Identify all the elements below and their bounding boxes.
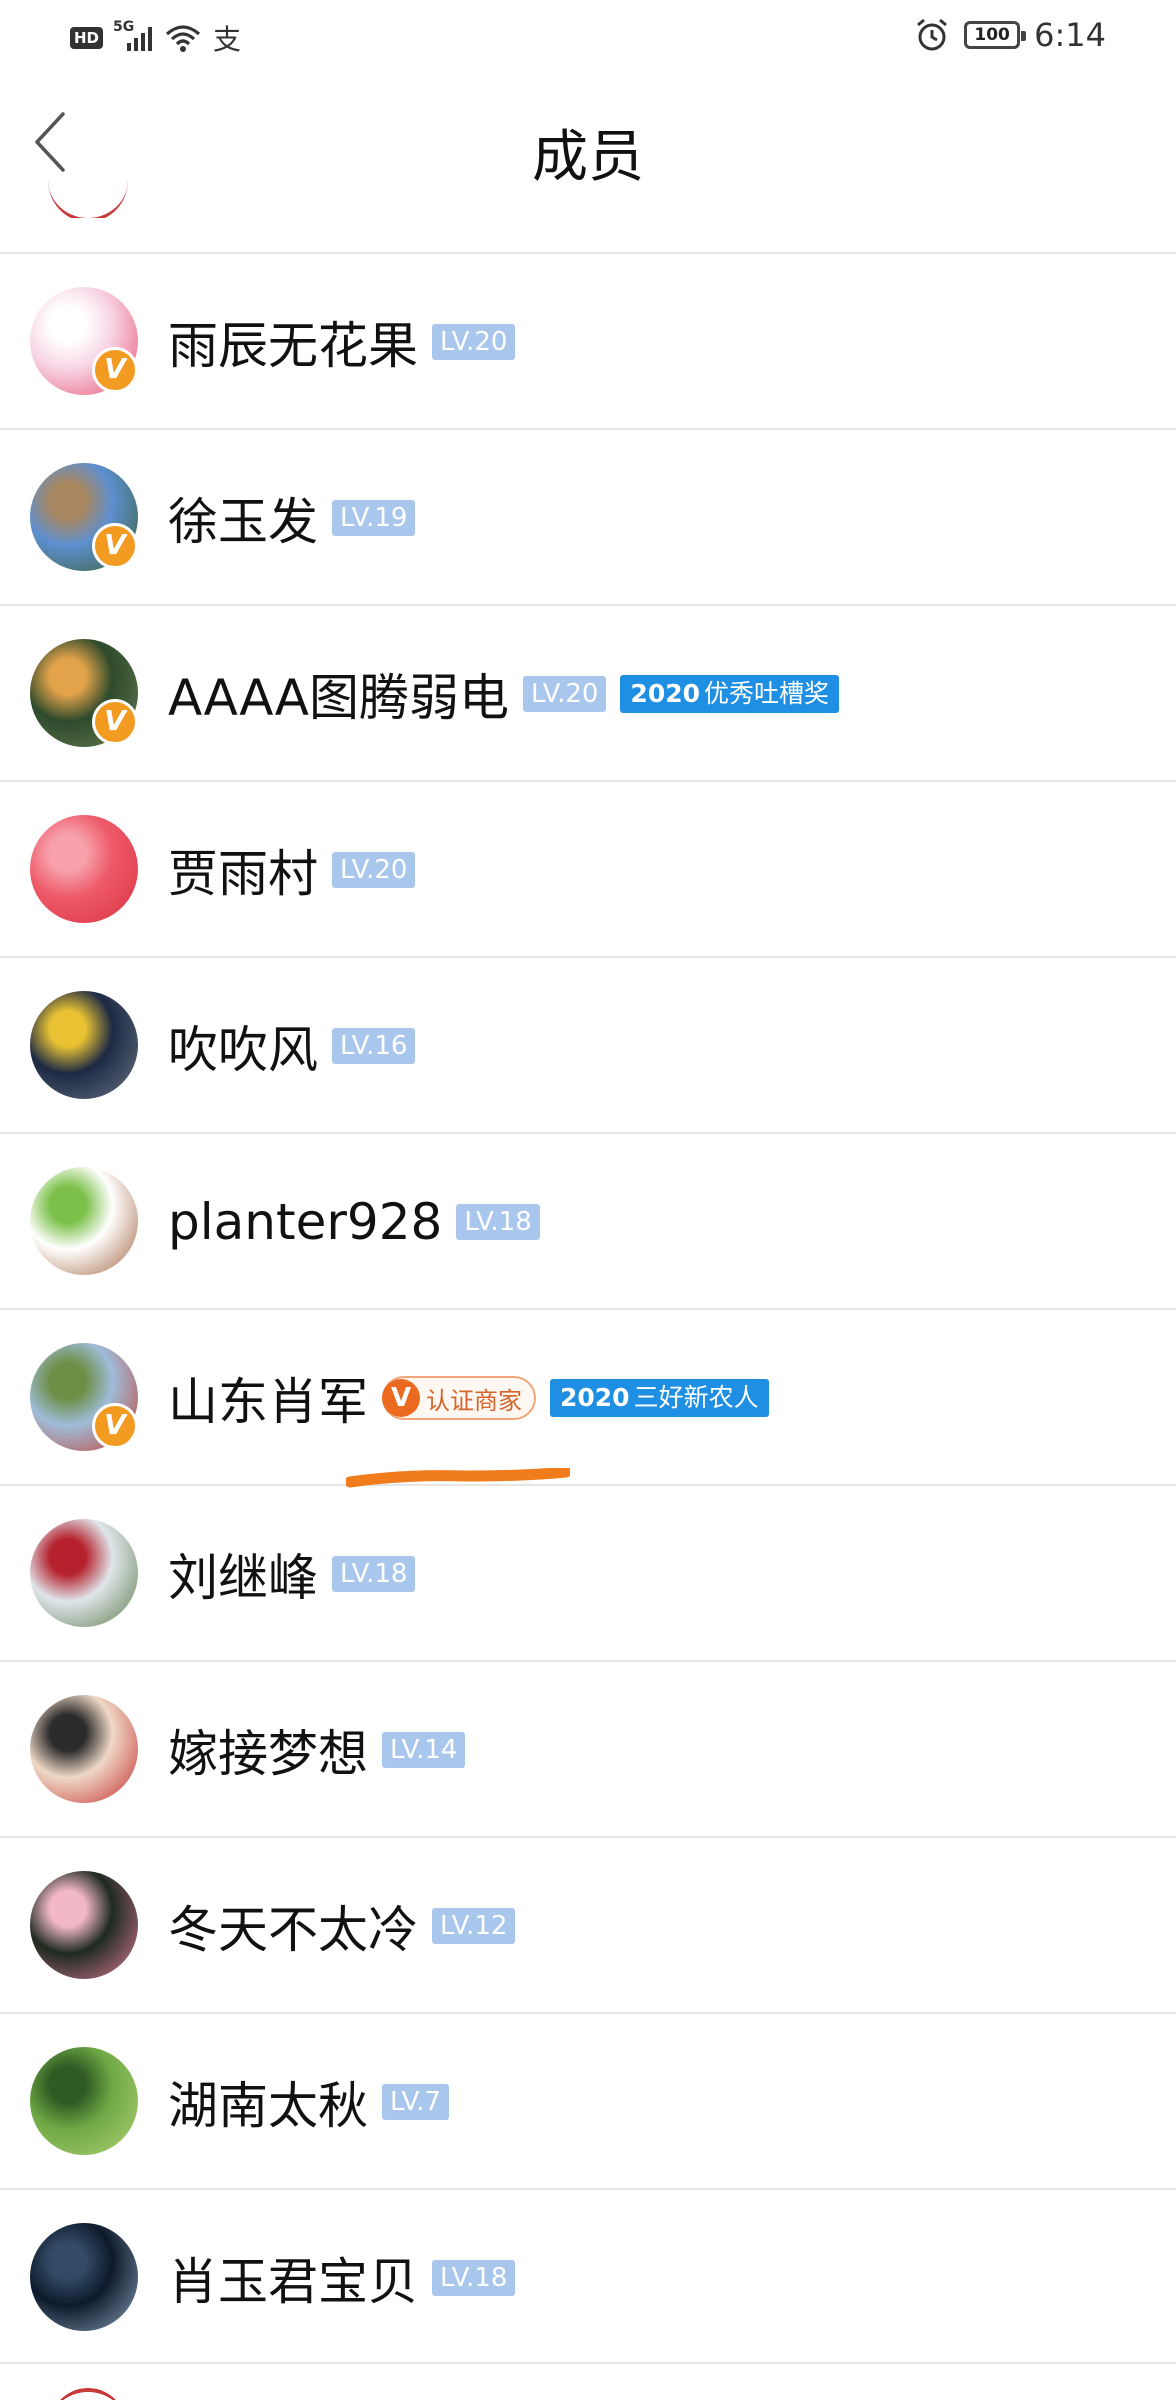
member-name[interactable]: 山东肖军 bbox=[168, 1362, 368, 1434]
member-row[interactable]: V AAAA图腾弱电 LV.20 2020 优秀吐槽奖 bbox=[0, 604, 1176, 780]
level-badge: LV.20 bbox=[523, 676, 607, 712]
status-bar-left: HD 5G 支 bbox=[70, 18, 241, 58]
avatar[interactable] bbox=[30, 1167, 138, 1275]
member-name[interactable]: planter928 bbox=[168, 1193, 442, 1251]
verified-badge-icon: V bbox=[92, 1403, 138, 1449]
clock: 6:14 bbox=[1034, 16, 1106, 54]
member-row[interactable]: 湖南太秋 LV.7 bbox=[0, 2012, 1176, 2188]
member-row[interactable]: 嫁接梦想 LV.14 bbox=[0, 1660, 1176, 1836]
member-name[interactable]: 刘继峰 bbox=[168, 1538, 318, 1610]
award-year: 2020 bbox=[630, 679, 701, 708]
member-info: 刘继峰 LV.18 bbox=[168, 1486, 416, 1662]
avatar[interactable] bbox=[30, 1519, 138, 1627]
member-row[interactable]: 贾雨村 LV.20 bbox=[0, 780, 1176, 956]
member-info: 湖南太秋 LV.7 bbox=[168, 2014, 449, 2190]
nav-header: 成员 bbox=[0, 72, 1176, 222]
alarm-clock-icon bbox=[917, 18, 948, 51]
cellular-signal-icon: 5G bbox=[113, 19, 153, 53]
member-name[interactable]: 吹吹风 bbox=[168, 1010, 318, 1082]
member-name[interactable]: 嫁接梦想 bbox=[168, 1714, 368, 1786]
merchant-v-icon: V bbox=[382, 1379, 420, 1417]
award-badge: 2020 三好新农人 bbox=[550, 1379, 769, 1417]
level-badge: LV.18 bbox=[456, 1204, 540, 1240]
alipay-icon: 支 bbox=[213, 23, 242, 56]
member-info: 嫁接梦想 LV.14 bbox=[168, 1662, 466, 1838]
level-badge: LV.12 bbox=[432, 1908, 516, 1944]
verified-badge-icon: V bbox=[92, 699, 138, 745]
member-name[interactable]: 肖玉君宝贝 bbox=[168, 2242, 418, 2314]
member-info: 贾雨村 LV.20 bbox=[168, 782, 416, 958]
merchant-label: 认证商家 bbox=[426, 1386, 522, 1415]
partial-avatar-bottom bbox=[48, 2388, 128, 2400]
member-info: AAAA图腾弱电 LV.20 2020 优秀吐槽奖 bbox=[168, 606, 840, 782]
hd-indicator: HD bbox=[70, 27, 104, 49]
partial-avatar-top bbox=[48, 180, 128, 218]
member-info: 肖玉君宝贝 LV.18 bbox=[168, 2190, 516, 2366]
member-row[interactable]: planter928 LV.18 bbox=[0, 1132, 1176, 1308]
level-badge: LV.20 bbox=[332, 852, 416, 888]
battery-icon: 100 bbox=[964, 21, 1027, 49]
avatar[interactable] bbox=[30, 991, 138, 1099]
award-text: 优秀吐槽奖 bbox=[704, 679, 830, 708]
page-title: 成员 bbox=[532, 125, 644, 190]
member-name[interactable]: 湖南太秋 bbox=[168, 2066, 368, 2138]
award-badge: 2020 优秀吐槽奖 bbox=[620, 675, 840, 713]
member-info: 山东肖军 V 认证商家 2020 三好新农人 bbox=[168, 1310, 769, 1486]
member-row[interactable]: 肖玉君宝贝 LV.18 bbox=[0, 2188, 1176, 2364]
merchant-badge: V 认证商家 bbox=[382, 1376, 536, 1420]
member-row[interactable]: V 山东肖军 V 认证商家 2020 三好新农人 bbox=[0, 1308, 1176, 1484]
level-badge: LV.16 bbox=[332, 1028, 416, 1064]
award-text: 三好新农人 bbox=[633, 1383, 759, 1412]
status-bar-right: 100 6:14 bbox=[914, 16, 1106, 54]
avatar[interactable] bbox=[30, 2047, 138, 2155]
level-badge: LV.18 bbox=[332, 1556, 416, 1592]
level-badge: LV.14 bbox=[382, 1732, 466, 1768]
award-year: 2020 bbox=[560, 1383, 630, 1412]
status-bar: HD 5G 支 100 6:14 bbox=[0, 0, 1176, 72]
level-badge: LV.7 bbox=[382, 2084, 449, 2120]
avatar[interactable] bbox=[30, 815, 138, 923]
level-badge: LV.20 bbox=[432, 324, 516, 360]
member-info: 冬天不太冷 LV.12 bbox=[168, 1838, 516, 2014]
verified-badge-icon: V bbox=[92, 347, 138, 393]
member-info: 吹吹风 LV.16 bbox=[168, 958, 416, 1134]
member-row[interactable]: 刘继峰 LV.18 bbox=[0, 1484, 1176, 1660]
avatar[interactable] bbox=[30, 2223, 138, 2331]
member-info: 徐玉发 LV.19 bbox=[168, 430, 416, 606]
member-row[interactable]: V 雨辰无花果 LV.20 bbox=[0, 252, 1176, 428]
member-name[interactable]: AAAA图腾弱电 bbox=[168, 658, 509, 730]
level-badge: LV.19 bbox=[332, 500, 416, 536]
member-info: planter928 LV.18 bbox=[168, 1134, 540, 1310]
member-name[interactable]: 贾雨村 bbox=[168, 834, 318, 906]
verified-badge-icon: V bbox=[92, 523, 138, 569]
avatar[interactable] bbox=[30, 1871, 138, 1979]
member-row[interactable]: V 徐玉发 LV.19 bbox=[0, 428, 1176, 604]
member-info: 雨辰无花果 LV.20 bbox=[168, 254, 516, 430]
wifi-icon bbox=[165, 25, 201, 52]
member-name[interactable]: 徐玉发 bbox=[168, 482, 318, 554]
member-row[interactable]: 冬天不太冷 LV.12 bbox=[0, 1836, 1176, 2012]
annotation-underline bbox=[346, 1468, 570, 1488]
member-name[interactable]: 冬天不太冷 bbox=[168, 1890, 418, 1962]
member-name[interactable]: 雨辰无花果 bbox=[168, 306, 418, 378]
member-list: V 雨辰无花果 LV.20 V 徐玉发 LV.19 V AAAA图腾弱电 LV.20 2020 优秀… bbox=[0, 252, 1176, 2364]
level-badge: LV.18 bbox=[432, 2260, 516, 2296]
member-row[interactable]: 吹吹风 LV.16 bbox=[0, 956, 1176, 1132]
avatar[interactable] bbox=[30, 1695, 138, 1803]
